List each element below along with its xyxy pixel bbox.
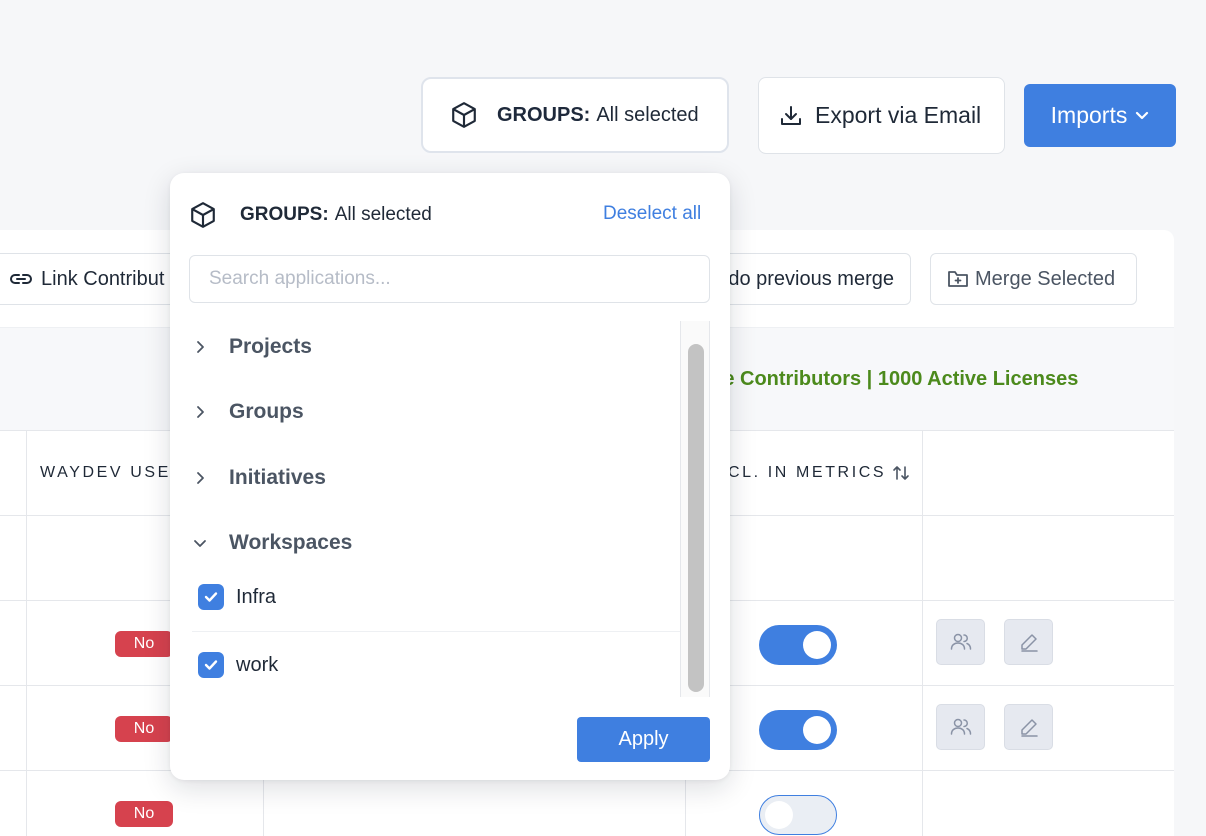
dropdown-groups-label: GROUPS:	[240, 204, 329, 225]
tree-item-label: Projects	[229, 335, 312, 358]
sort-icon[interactable]	[892, 464, 910, 482]
tree-item-groups[interactable]: Groups	[192, 400, 304, 424]
tree-item-projects[interactable]: Projects	[192, 335, 312, 359]
manage-users-button[interactable]	[936, 704, 985, 750]
tree-item-label: Workspaces	[229, 531, 353, 554]
edit-button[interactable]	[1004, 619, 1053, 665]
groups-label: GROUPS:	[497, 103, 591, 126]
waydev-user-badge: No	[115, 631, 173, 657]
manage-users-button[interactable]	[936, 619, 985, 665]
waydev-user-badge: No	[115, 716, 173, 742]
scrollbar-thumb[interactable]	[688, 344, 704, 692]
link-contributors-button[interactable]: Link Contribut	[0, 253, 182, 305]
table-column-divider	[922, 430, 923, 836]
chevron-down-icon	[192, 535, 208, 551]
chevron-right-icon	[192, 339, 208, 355]
incl-metrics-toggle[interactable]	[759, 625, 837, 665]
link-icon	[9, 272, 33, 286]
export-label: Export via Email	[815, 102, 982, 128]
groups-value: All selected	[596, 103, 699, 126]
workspace-label: work	[236, 653, 279, 676]
waydev-user-badge: No	[115, 801, 173, 827]
table-column-divider	[26, 430, 27, 836]
export-via-email-button[interactable]: Export via Email	[758, 77, 1005, 154]
cube-icon	[190, 201, 216, 229]
download-icon	[779, 104, 803, 128]
link-label: Link Contribut	[41, 267, 165, 290]
users-icon	[950, 718, 972, 736]
users-icon	[950, 633, 972, 651]
workspace-label: Infra	[236, 585, 277, 608]
tree-item-workspaces[interactable]: Workspaces	[192, 531, 352, 555]
apply-button[interactable]: Apply	[577, 717, 710, 762]
tree-item-initiatives[interactable]: Initiatives	[192, 466, 326, 490]
imports-button[interactable]: Imports	[1024, 84, 1176, 147]
column-header-waydev-user[interactable]: WAYDEV USE	[40, 464, 171, 482]
search-applications-input[interactable]	[189, 255, 710, 303]
pencil-icon	[1019, 717, 1039, 737]
merge-selected-button[interactable]: Merge Selected	[930, 253, 1137, 305]
imports-label: Imports	[1050, 102, 1128, 128]
workspace-option-work[interactable]: work	[198, 652, 278, 678]
workspace-option-infra[interactable]: Infra	[198, 584, 276, 610]
incl-metrics-toggle[interactable]	[759, 710, 837, 750]
folder-plus-icon	[947, 269, 969, 289]
chevron-right-icon	[192, 404, 208, 420]
checkbox-checked[interactable]	[198, 584, 224, 610]
incl-metrics-toggle[interactable]	[759, 795, 837, 835]
groups-dropdown: GROUPS: All selected Deselect all Projec…	[170, 173, 730, 780]
chevron-down-icon	[1135, 111, 1149, 121]
incl-metrics-label: CL. IN METRICS	[728, 464, 887, 481]
groups-filter-button[interactable]: GROUPS: All selected	[421, 77, 729, 153]
chevron-right-icon	[192, 470, 208, 486]
undo-label: do previous merge	[728, 267, 894, 290]
edit-button[interactable]	[1004, 704, 1053, 750]
tree-item-label: Initiatives	[229, 466, 326, 489]
merge-label: Merge Selected	[975, 267, 1116, 290]
checkbox-checked[interactable]	[198, 652, 224, 678]
dropdown-groups-value: All selected	[334, 204, 432, 225]
pencil-icon	[1019, 632, 1039, 652]
dropdown-header: GROUPS: All selected	[190, 201, 432, 229]
option-divider	[192, 631, 680, 632]
column-header-incl-metrics[interactable]: CL. IN METRICS	[728, 464, 910, 482]
cube-icon	[451, 101, 477, 129]
summary-text: tive Contributors | 1000 Active Licenses	[700, 368, 1079, 390]
deselect-all-link[interactable]: Deselect all	[603, 203, 701, 225]
tree-item-label: Groups	[229, 400, 304, 423]
